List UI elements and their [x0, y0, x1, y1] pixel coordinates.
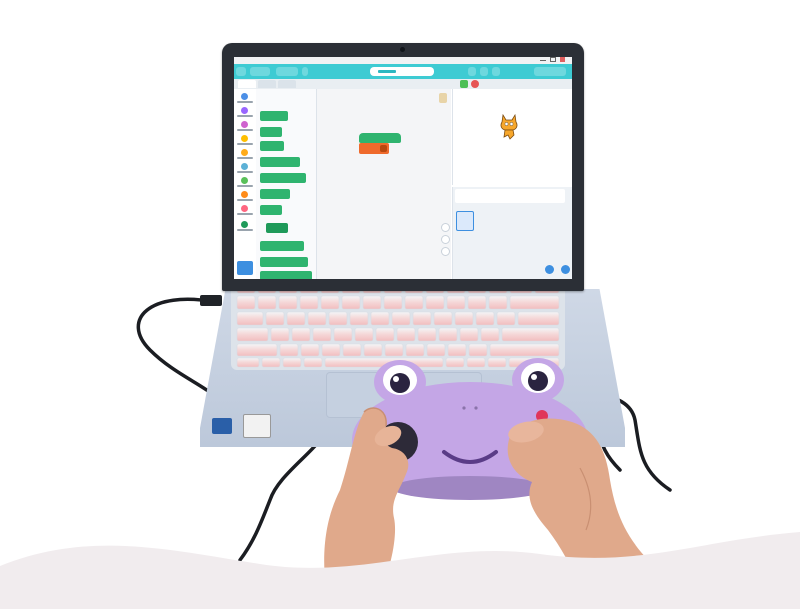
category-label	[237, 101, 253, 103]
share-button[interactable]	[468, 67, 476, 76]
event-hat-block[interactable]	[359, 133, 401, 143]
palette-block[interactable]	[260, 189, 290, 199]
category-variables[interactable]	[241, 191, 248, 198]
tab-code[interactable]	[238, 80, 256, 88]
sprite-thumbnail[interactable]	[456, 211, 474, 231]
qr-sticker	[243, 414, 271, 438]
choose-backdrop-button[interactable]	[561, 265, 570, 274]
category-label	[237, 171, 253, 173]
file-menu[interactable]	[276, 67, 298, 76]
palette-block[interactable]	[260, 127, 282, 137]
zoom-out-button[interactable]	[441, 235, 450, 244]
settings-menu[interactable]	[250, 67, 270, 76]
category-sound[interactable]	[241, 121, 248, 128]
tab-costumes[interactable]	[258, 80, 276, 88]
cpu-sticker	[212, 418, 232, 434]
account-menu[interactable]	[534, 67, 566, 76]
scratch-sprite-icon	[500, 113, 518, 140]
category-label	[237, 229, 253, 231]
stop-icon[interactable]	[471, 80, 479, 88]
save-now-button[interactable]	[492, 67, 500, 76]
sprite-properties[interactable]	[455, 189, 565, 203]
logo-icon[interactable]	[236, 67, 246, 76]
app-menubar	[234, 64, 572, 79]
background-wave	[0, 532, 800, 609]
choose-sprite-button[interactable]	[545, 265, 554, 274]
palette-block[interactable]	[260, 157, 300, 167]
block-categories	[234, 89, 257, 279]
category-myblocks[interactable]	[241, 205, 248, 212]
category-label	[237, 129, 253, 131]
category-motion[interactable]	[241, 93, 248, 100]
palette-block[interactable]	[260, 173, 306, 183]
category-label	[237, 143, 253, 145]
tab-sounds[interactable]	[278, 80, 296, 88]
block-palette	[256, 89, 317, 279]
looks-command-block[interactable]	[359, 143, 389, 154]
palette-block[interactable]	[266, 223, 288, 233]
palette-block[interactable]	[260, 271, 312, 279]
palette-block[interactable]	[260, 111, 288, 121]
sprite-info-panel	[452, 187, 572, 279]
category-events[interactable]	[241, 135, 248, 142]
maximize-icon[interactable]	[550, 57, 556, 62]
editor-tabs	[234, 79, 572, 89]
palette-block[interactable]	[260, 141, 284, 151]
sprite-corner-icon	[439, 93, 447, 103]
category-label	[237, 185, 253, 187]
category-operators[interactable]	[241, 177, 248, 184]
webcam	[400, 47, 405, 52]
category-control[interactable]	[241, 149, 248, 156]
product-photo-scene	[0, 0, 800, 609]
stage[interactable]	[452, 89, 572, 185]
project-title-field[interactable]	[370, 67, 434, 76]
edit-menu[interactable]	[302, 67, 308, 76]
laptop-screen-bezel	[222, 43, 584, 291]
category-looks[interactable]	[241, 107, 248, 114]
minimize-icon[interactable]	[540, 57, 546, 61]
palette-block[interactable]	[260, 257, 308, 267]
scratch-editor-window	[234, 57, 572, 279]
category-extension[interactable]	[241, 221, 248, 228]
category-label	[237, 213, 253, 215]
category-sensing[interactable]	[241, 163, 248, 170]
category-label	[237, 199, 253, 201]
green-flag-icon[interactable]	[460, 80, 468, 88]
close-icon[interactable]	[560, 57, 565, 62]
window-title-bar	[234, 57, 572, 64]
see-project-page-button[interactable]	[480, 67, 488, 76]
palette-block[interactable]	[260, 205, 282, 215]
add-extension-button[interactable]	[237, 261, 253, 275]
code-workspace[interactable]	[317, 89, 451, 279]
palette-block[interactable]	[260, 241, 304, 251]
zoom-reset-button[interactable]	[441, 247, 450, 256]
category-label	[237, 157, 253, 159]
category-label	[237, 115, 253, 117]
zoom-in-button[interactable]	[441, 223, 450, 232]
